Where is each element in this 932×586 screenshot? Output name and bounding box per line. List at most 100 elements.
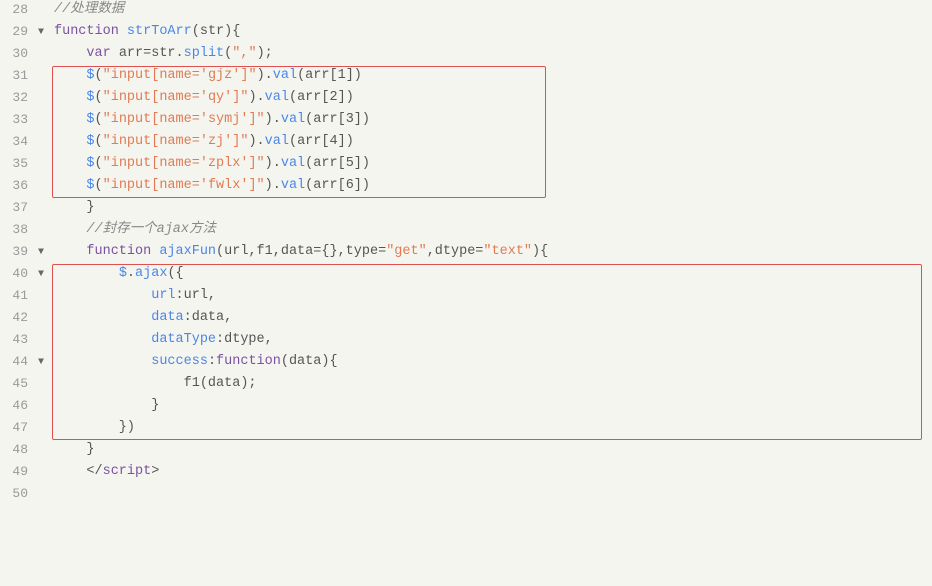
token-normal: }: [54, 442, 95, 457]
token-normal: }: [54, 398, 159, 413]
token-dollar: $: [86, 68, 94, 83]
token-method: val: [265, 90, 289, 105]
token-normal: [54, 222, 86, 237]
token-normal: </: [86, 464, 102, 479]
token-normal: ]): [354, 178, 370, 193]
line-number: 37: [0, 198, 38, 218]
token-str: ",": [232, 46, 256, 61]
code-lines: 28▶//处理数据29▼function strToArr(str){30▶ v…: [0, 0, 932, 506]
code-line: 43▶ dataType:dtype,: [0, 330, 932, 352]
line-number: 35: [0, 154, 38, 174]
line-content: $("input[name='fwlx']").val(arr[6]): [52, 176, 932, 197]
line-number: 38: [0, 220, 38, 240]
line-content: $("input[name='qy']").val(arr[2]): [52, 88, 932, 109]
token-str: "input[name='zplx']": [103, 156, 265, 171]
token-normal: ]): [338, 134, 354, 149]
code-line: 37▶ }: [0, 198, 932, 220]
fold-arrow[interactable]: ▼: [38, 264, 52, 283]
token-normal: :url,: [176, 288, 217, 303]
line-content: f1(data);: [52, 374, 932, 395]
line-number: 36: [0, 176, 38, 196]
code-line: 28▶//处理数据: [0, 0, 932, 22]
token-normal: >: [151, 464, 159, 479]
code-editor: 28▶//处理数据29▼function strToArr(str){30▶ v…: [0, 0, 932, 586]
code-line: 38▶ //封存一个ajax方法: [0, 220, 932, 242]
code-line: 30▶ var arr=str.split(",");: [0, 44, 932, 66]
token-normal: :: [208, 354, 216, 369]
token-normal: {}: [321, 244, 337, 259]
fold-arrow[interactable]: ▼: [38, 22, 52, 41]
token-normal: [54, 156, 86, 171]
line-content: function ajaxFun(url,f1,data={},type="ge…: [52, 242, 932, 263]
line-number: 29: [0, 22, 38, 42]
token-normal: (data){: [281, 354, 338, 369]
token-method: val: [281, 156, 305, 171]
line-content: url:url,: [52, 286, 932, 307]
token-normal: [54, 354, 151, 369]
line-content: }): [52, 418, 932, 439]
token-normal: ]): [354, 112, 370, 127]
code-line: 45▶ f1(data);: [0, 374, 932, 396]
line-content: </script>: [52, 462, 932, 483]
code-line: 47▶ }): [0, 418, 932, 440]
line-number: 39: [0, 242, 38, 262]
token-normal: [54, 310, 151, 325]
token-normal: (arr[: [305, 156, 346, 171]
code-line: 42▶ data:data,: [0, 308, 932, 330]
line-content: var arr=str.split(",");: [52, 44, 932, 65]
line-number: 48: [0, 440, 38, 460]
token-comment: //封存一个ajax方法: [86, 222, 216, 237]
line-number: 30: [0, 44, 38, 64]
token-prop: dataType: [151, 332, 216, 347]
line-number: 46: [0, 396, 38, 416]
token-normal: );: [257, 46, 273, 61]
token-str: "input[name='gjz']": [103, 68, 257, 83]
line-content: $("input[name='symj']").val(arr[3]): [52, 110, 932, 131]
line-content: $("input[name='zj']").val(arr[4]): [52, 132, 932, 153]
token-normal: ,type=: [338, 244, 387, 259]
token-normal: :data,: [184, 310, 233, 325]
token-kw: var: [86, 46, 110, 61]
line-number: 33: [0, 110, 38, 130]
token-normal: [119, 24, 127, 39]
line-content: function strToArr(str){: [52, 22, 932, 43]
token-normal: ]): [354, 156, 370, 171]
code-line: 41▶ url:url,: [0, 286, 932, 308]
token-normal: ){: [532, 244, 548, 259]
token-normal: ]): [346, 68, 362, 83]
token-str: "text": [483, 244, 532, 259]
fold-arrow[interactable]: ▼: [38, 352, 52, 371]
token-normal: ({: [167, 266, 183, 281]
token-normal: ).: [265, 156, 281, 171]
line-number: 49: [0, 462, 38, 482]
code-line: 31▶ $("input[name='gjz']").val(arr[1]): [0, 66, 932, 88]
code-line: 32▶ $("input[name='qy']").val(arr[2]): [0, 88, 932, 110]
token-str: "input[name='zj']": [103, 134, 249, 149]
token-normal: ){: [224, 24, 240, 39]
fold-arrow[interactable]: ▼: [38, 242, 52, 261]
token-normal: ).: [265, 112, 281, 127]
code-line: 29▼function strToArr(str){: [0, 22, 932, 44]
line-number: 47: [0, 418, 38, 438]
token-normal: (: [95, 68, 103, 83]
token-normal: ,dtype=: [427, 244, 484, 259]
line-number: 34: [0, 132, 38, 152]
token-normal: 4: [329, 134, 337, 149]
token-normal: ).: [248, 90, 264, 105]
token-normal: [54, 266, 119, 281]
line-content: }: [52, 440, 932, 461]
token-normal: :dtype,: [216, 332, 273, 347]
line-content: data:data,: [52, 308, 932, 329]
token-prop: data: [151, 310, 183, 325]
token-normal: .: [127, 266, 135, 281]
code-line: 46▶ }: [0, 396, 932, 418]
token-str: "get": [386, 244, 427, 259]
token-normal: [54, 112, 86, 127]
token-normal: f1(data);: [54, 376, 257, 391]
token-dollar: $: [86, 178, 94, 193]
token-normal: [111, 46, 119, 61]
token-normal: [54, 464, 86, 479]
token-kw: function: [86, 244, 151, 259]
line-content: }: [52, 396, 932, 417]
token-dollar: $: [86, 134, 94, 149]
